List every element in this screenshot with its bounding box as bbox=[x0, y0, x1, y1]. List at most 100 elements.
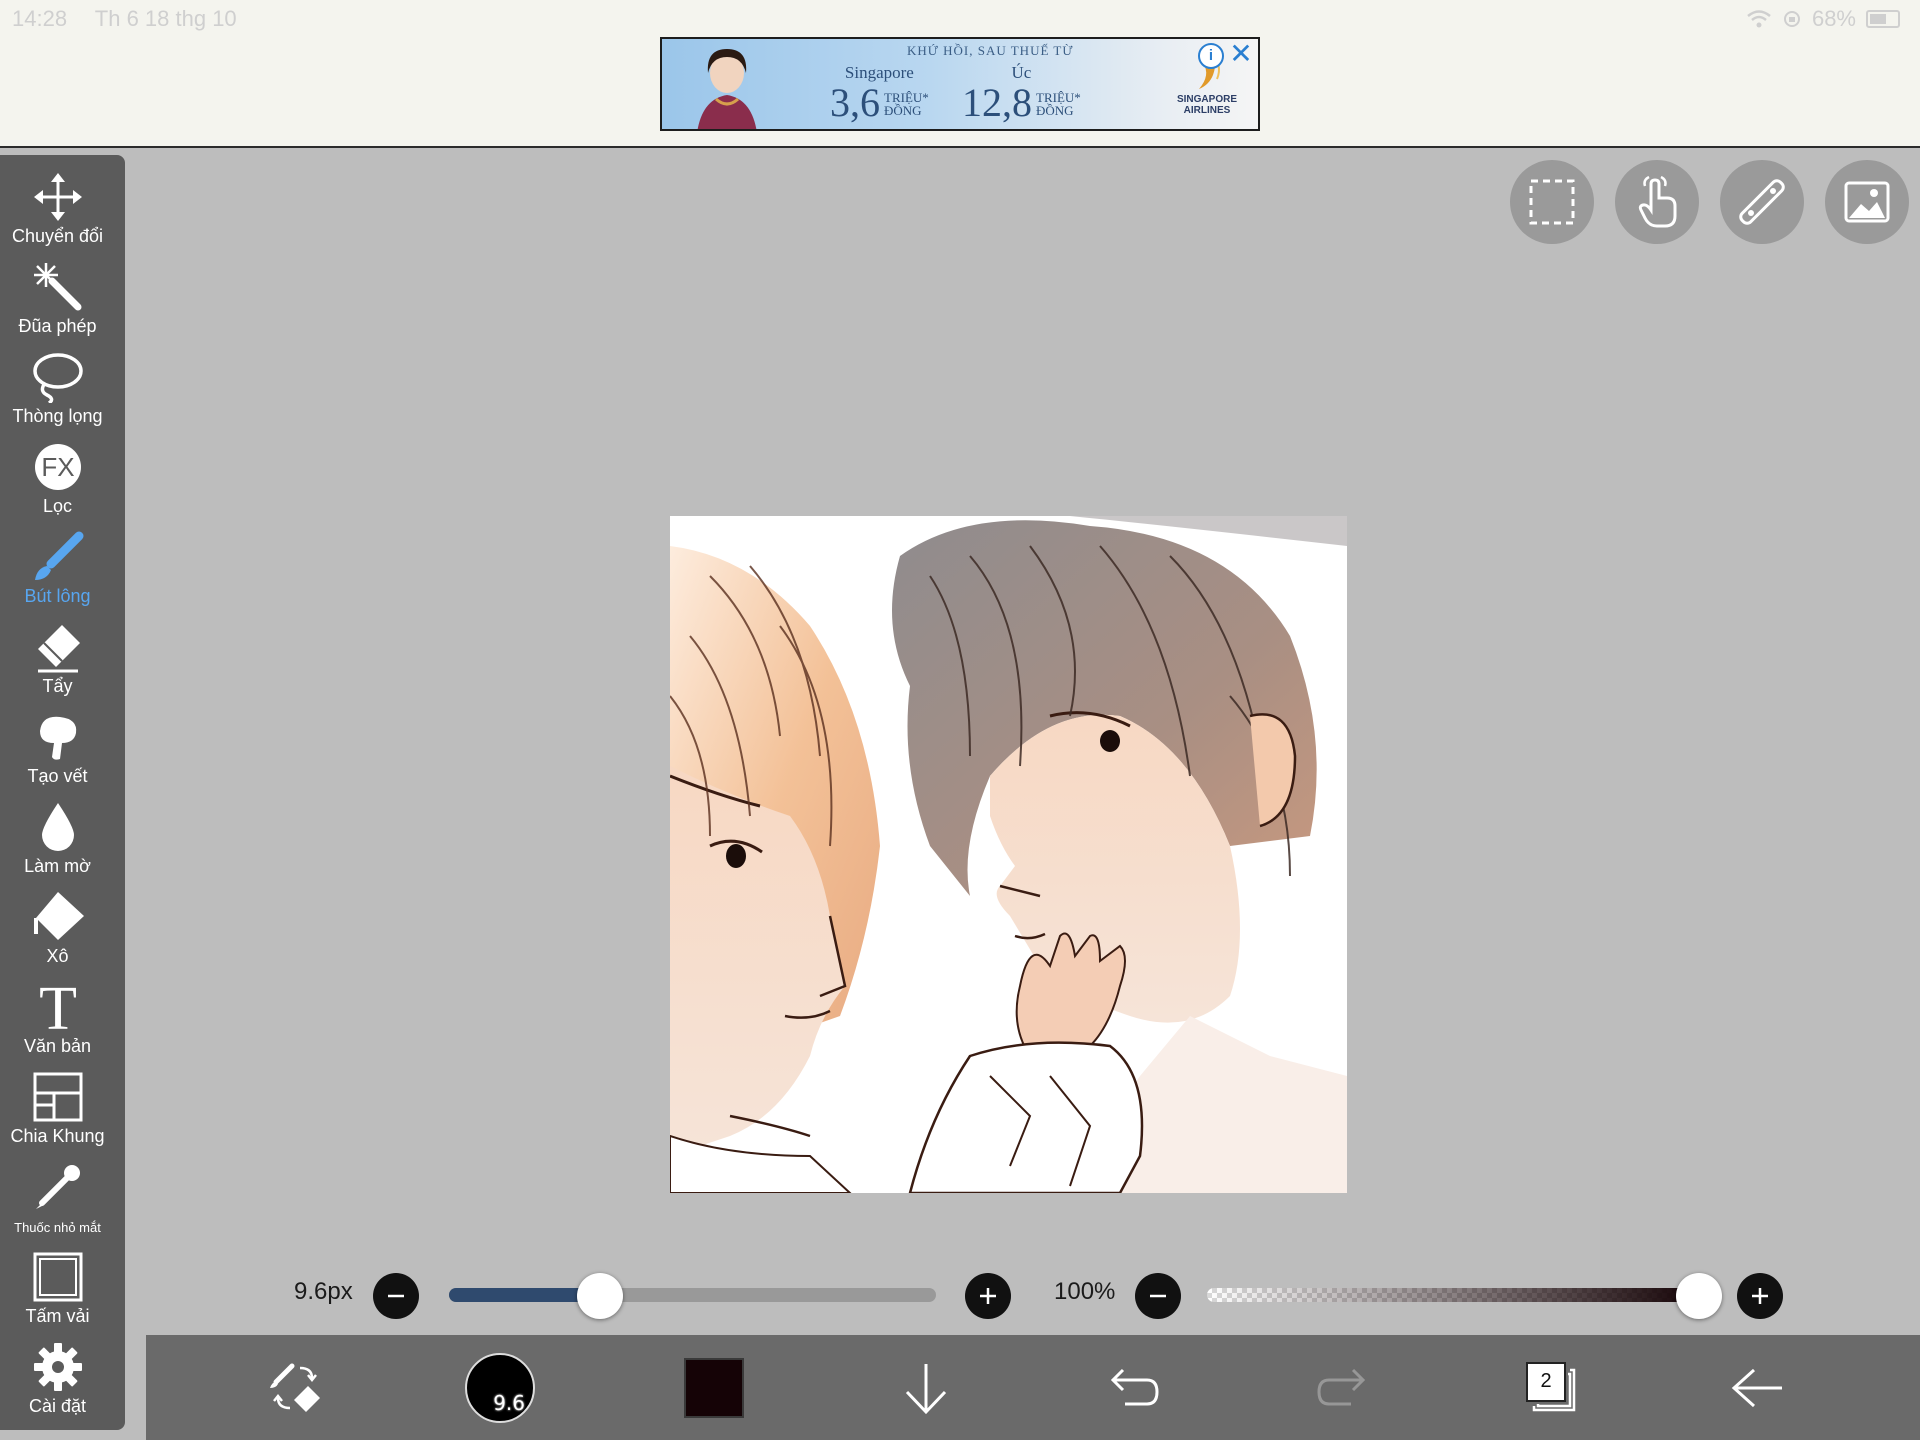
opacity-decrease-button[interactable] bbox=[1135, 1273, 1181, 1319]
status-bar-left: 14:28 Th 6 18 thg 10 bbox=[12, 6, 259, 32]
undo-button[interactable] bbox=[1094, 1335, 1174, 1440]
ad-person-image bbox=[697, 49, 757, 129]
brush-preview-button[interactable]: 9.6 bbox=[460, 1335, 540, 1440]
ad-close-icon[interactable]: ✕ bbox=[1228, 40, 1254, 68]
tool-label: Làm mờ bbox=[24, 856, 91, 876]
tool-settings[interactable]: Cài đặt bbox=[0, 1340, 115, 1428]
artwork-image bbox=[670, 516, 1347, 1193]
tool-panel: Chuyển đổi Đũa phép Thòng lọng FX Lọc Bú… bbox=[0, 155, 125, 1430]
tool-label: Lọc bbox=[42, 496, 73, 516]
canvas-icon bbox=[33, 1252, 82, 1302]
ad-offer-2: Úc 12,8 TRIỆU* ĐỒNG bbox=[962, 63, 1081, 123]
brush-size-slider-handle[interactable] bbox=[576, 1273, 623, 1319]
ad-brand-line1: SINGAPORE bbox=[1176, 94, 1237, 105]
back-button[interactable] bbox=[1718, 1335, 1798, 1440]
status-time: 14:28 bbox=[12, 6, 68, 31]
image-button[interactable] bbox=[1825, 160, 1909, 244]
brush-size-increase-button[interactable] bbox=[965, 1273, 1011, 1319]
tool-label: Chuyển đổi bbox=[11, 226, 104, 246]
brush-eraser-swap-icon bbox=[270, 1363, 320, 1412]
selection-button[interactable] bbox=[1510, 160, 1594, 244]
text-icon: T bbox=[39, 979, 77, 1035]
drop-icon bbox=[41, 803, 74, 851]
tool-magic-wand[interactable]: Đũa phép bbox=[0, 260, 115, 348]
tool-smudge[interactable]: Tạo vết bbox=[0, 710, 115, 798]
tool-lasso[interactable]: Thòng lọng bbox=[0, 350, 115, 438]
opacity-value: 100% bbox=[1054, 1278, 1116, 1305]
frame-divider-icon bbox=[33, 1072, 82, 1122]
svg-text:FX: FX bbox=[41, 452, 74, 482]
import-button[interactable] bbox=[886, 1335, 966, 1440]
ad-offer-1: Singapore 3,6 TRIỆU* ĐỒNG bbox=[830, 63, 929, 123]
tool-label: Xô bbox=[46, 946, 69, 966]
ruler-button[interactable] bbox=[1720, 160, 1804, 244]
tool-label: Chia Khung bbox=[10, 1126, 105, 1146]
minus-icon bbox=[1150, 1294, 1166, 1298]
touch-gesture-button[interactable] bbox=[1615, 160, 1699, 244]
brush-size-decrease-button[interactable] bbox=[373, 1273, 419, 1319]
undo-icon bbox=[1110, 1368, 1159, 1405]
layers-icon: 2 bbox=[1526, 1361, 1578, 1414]
ad-banner[interactable]: KHỨ HỒI, SAU THUẾ TỪ Singapore 3,6 TRIỆU*… bbox=[660, 37, 1260, 131]
battery-percent: 68% bbox=[1811, 6, 1856, 31]
brush-eraser-swap-button[interactable] bbox=[256, 1335, 336, 1440]
tool-label: Tấm vải bbox=[25, 1306, 90, 1326]
brush-size-value: 9.6px bbox=[294, 1278, 353, 1305]
magic-wand-icon bbox=[33, 263, 81, 311]
tool-transform[interactable]: Chuyển đổi bbox=[0, 170, 115, 258]
drawing-canvas[interactable] bbox=[670, 516, 1347, 1193]
tool-label: Tạo vết bbox=[27, 766, 88, 786]
ad-price: 3,6 bbox=[830, 80, 880, 125]
ad-brand-line2: AIRLINES bbox=[1183, 105, 1231, 116]
color-picker-button[interactable] bbox=[674, 1335, 754, 1440]
tool-label: Thuốc nhỏ mắt bbox=[14, 1220, 101, 1235]
tool-blur[interactable]: Làm mờ bbox=[0, 800, 115, 888]
brush-preview: 9.6 bbox=[465, 1352, 535, 1423]
tool-text[interactable]: T Văn bản bbox=[0, 979, 115, 1068]
ad-unit-bottom: ĐỒNG bbox=[884, 103, 922, 118]
tool-label: Thòng lọng bbox=[12, 406, 103, 426]
tool-bucket[interactable]: Xô bbox=[0, 890, 115, 978]
move-arrows-icon bbox=[33, 173, 82, 221]
gear-icon bbox=[33, 1343, 82, 1391]
eraser-icon bbox=[37, 625, 80, 673]
tool-frame-divider[interactable]: Chia Khung bbox=[0, 1070, 115, 1158]
tool-label: Cài đặt bbox=[28, 1396, 87, 1416]
tool-label: Văn bản bbox=[23, 1036, 92, 1056]
arrow-down-icon bbox=[905, 1363, 947, 1414]
plus-icon bbox=[980, 1288, 996, 1304]
tool-eyedropper[interactable]: Thuốc nhỏ mắt bbox=[0, 1160, 115, 1248]
orientation-lock-icon bbox=[1783, 11, 1800, 27]
image-icon bbox=[1844, 181, 1890, 223]
ruler-icon bbox=[1739, 179, 1785, 225]
tool-filter[interactable]: FX Lọc bbox=[0, 440, 115, 528]
ad-headline: KHỨ HỒI, SAU THUẾ TỪ bbox=[907, 43, 1074, 58]
redo-button[interactable] bbox=[1302, 1335, 1382, 1440]
tool-canvas[interactable]: Tấm vải bbox=[0, 1250, 115, 1338]
opacity-slider-track[interactable] bbox=[1207, 1288, 1699, 1302]
ad-unit-bottom: ĐỒNG bbox=[1036, 103, 1074, 118]
svg-text:T: T bbox=[39, 979, 77, 1035]
brush-icon bbox=[34, 531, 83, 580]
minus-icon bbox=[388, 1294, 404, 1298]
brush-preview-size: 9.6 bbox=[493, 1390, 525, 1415]
bottom-toolbar: 9.6 2 bbox=[146, 1335, 1920, 1440]
tool-eraser[interactable]: Tẩy bbox=[0, 620, 115, 708]
dashed-select-icon bbox=[1529, 179, 1575, 225]
status-date: Th 6 18 thg 10 bbox=[94, 6, 237, 31]
opacity-slider-handle[interactable] bbox=[1676, 1273, 1722, 1319]
ad-unit: TRIỆU* ĐỒNG bbox=[1036, 91, 1081, 117]
arrow-left-icon bbox=[1731, 1368, 1782, 1407]
status-bar-right: 68% bbox=[1746, 6, 1900, 32]
redo-icon bbox=[1317, 1368, 1366, 1405]
top-banner-area: 14:28 Th 6 18 thg 10 68% KHỨ HỒI, SAU TH… bbox=[0, 0, 1920, 148]
layers-button[interactable]: 2 bbox=[1512, 1335, 1592, 1440]
tool-label: Đũa phép bbox=[18, 316, 97, 336]
battery-icon bbox=[1866, 10, 1900, 28]
plus-icon bbox=[1752, 1288, 1768, 1304]
ad-info-icon[interactable]: i bbox=[1198, 43, 1224, 69]
tool-brush[interactable]: Bút lông bbox=[0, 530, 115, 618]
opacity-increase-button[interactable] bbox=[1737, 1273, 1783, 1319]
current-color-swatch bbox=[684, 1357, 744, 1418]
smudge-icon bbox=[39, 716, 76, 760]
